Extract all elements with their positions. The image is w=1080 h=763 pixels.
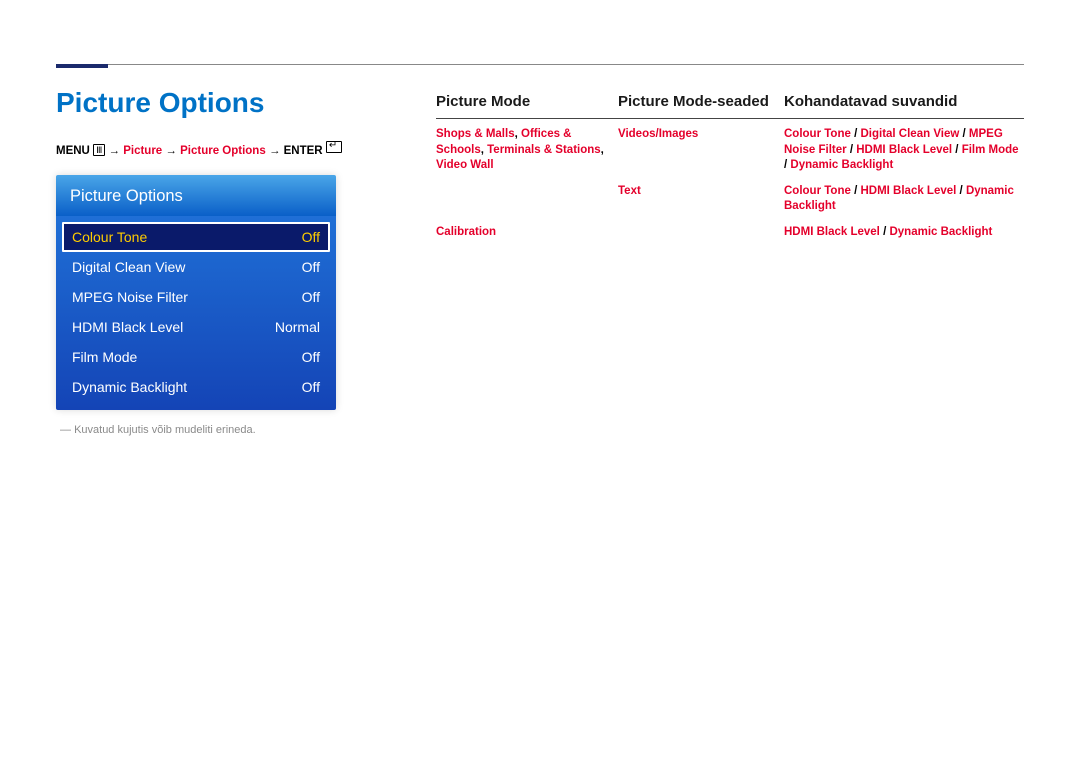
osd-row[interactable]: Digital Clean View Off [62, 252, 330, 282]
table-cell-item: Colour Tone [784, 128, 851, 140]
osd-row-label: Digital Clean View [72, 259, 185, 275]
separator: , [601, 144, 604, 156]
table-cell-item: Film Mode [962, 144, 1019, 156]
breadcrumb-menu: MENU [56, 145, 90, 157]
separator: / [956, 185, 966, 197]
breadcrumb-arrow-1: → [109, 145, 124, 157]
table-header-mode-seaded: Picture Mode-seaded [618, 87, 784, 116]
top-rule [56, 64, 1024, 65]
table-cell-item: Terminals & Stations [487, 144, 601, 156]
accent-bar [56, 64, 108, 68]
page-columns: Picture Options MENU Ⅲ → Picture → Pictu… [56, 87, 1024, 436]
osd-header: Picture Options [56, 175, 336, 216]
table-cell: Colour Tone / HDMI Black Level / Dynamic… [784, 184, 1024, 215]
page-title: Picture Options [56, 87, 396, 119]
table-cell-item: Dynamic Backlight [889, 226, 992, 238]
table-cell-item: Shops & Malls [436, 128, 515, 140]
table-cell-item: Dynamic Backlight [790, 159, 893, 171]
footnote-dash: ― [60, 424, 74, 436]
table-cell [436, 184, 618, 215]
separator: / [847, 144, 857, 156]
osd-row-value: Off [302, 229, 320, 245]
table-cell: Calibration [436, 225, 618, 241]
table-header-row: Picture Mode Picture Mode-seaded Kohanda… [436, 87, 1024, 116]
osd-row-label: Dynamic Backlight [72, 379, 187, 395]
table-cell: Shops & Malls, Offices & Schools, Termin… [436, 127, 618, 174]
col-left: Picture Options MENU Ⅲ → Picture → Pictu… [56, 87, 396, 436]
osd-row-value: Off [302, 379, 320, 395]
osd-row[interactable]: Film Mode Off [62, 342, 330, 372]
table-cell-item: Video Wall [436, 159, 494, 171]
manual-page: Picture Options MENU Ⅲ → Picture → Pictu… [0, 0, 1080, 476]
table-cell: HDMI Black Level / Dynamic Backlight [784, 225, 1024, 241]
table-header-kohandatavad: Kohandatavad suvandid [784, 87, 1024, 116]
enter-icon [326, 141, 342, 153]
table-row: Shops & Malls, Offices & Schools, Termin… [436, 119, 1024, 176]
table-cell-item: HDMI Black Level [784, 226, 880, 238]
osd-row-value: Off [302, 349, 320, 365]
menu-icon: Ⅲ [93, 144, 105, 156]
table-cell-item: Calibration [436, 226, 496, 238]
col-right: Picture Mode Picture Mode-seaded Kohanda… [436, 87, 1024, 436]
osd-row-label: Colour Tone [72, 229, 147, 245]
osd-row[interactable]: Colour Tone Off [62, 222, 330, 252]
table-cell: Videos/Images [618, 127, 784, 174]
table-cell-item: Digital Clean View [860, 128, 959, 140]
osd-row[interactable]: HDMI Black Level Normal [62, 312, 330, 342]
osd-row-label: Film Mode [72, 349, 137, 365]
table-cell: Text [618, 184, 784, 215]
breadcrumb-arrow-2: → [165, 145, 180, 157]
table-body: Shops & Malls, Offices & Schools, Termin… [436, 119, 1024, 242]
footnote-text: Kuvatud kujutis võib mudeliti erineda. [74, 424, 256, 436]
osd-row-value: Off [302, 259, 320, 275]
table-cell-item: HDMI Black Level [856, 144, 952, 156]
top-rule-group [56, 64, 1024, 65]
breadcrumb-picture: Picture [123, 145, 162, 157]
osd-row[interactable]: Dynamic Backlight Off [62, 372, 330, 402]
table-cell [618, 225, 784, 241]
osd-row-label: MPEG Noise Filter [72, 289, 188, 305]
breadcrumb-picture-options: Picture Options [180, 145, 266, 157]
separator: / [959, 128, 969, 140]
table-cell-item: HDMI Black Level [860, 185, 956, 197]
breadcrumb: MENU Ⅲ → Picture → Picture Options → ENT… [56, 141, 396, 157]
table-header-picture-mode: Picture Mode [436, 87, 618, 116]
osd-row-label: HDMI Black Level [72, 319, 183, 335]
osd-row[interactable]: MPEG Noise Filter Off [62, 282, 330, 312]
breadcrumb-enter: ENTER [284, 145, 323, 157]
footnote: ― Kuvatud kujutis võib mudeliti erineda. [60, 424, 396, 436]
osd-row-value: Normal [275, 319, 320, 335]
separator: / [952, 144, 962, 156]
osd-panel: Picture Options Colour ToneOffDigital Cl… [56, 175, 336, 410]
table-row: TextColour Tone / HDMI Black Level / Dyn… [436, 176, 1024, 217]
osd-body: Colour ToneOffDigital Clean ViewOffMPEG … [56, 216, 336, 410]
table-cell-item: Colour Tone [784, 185, 851, 197]
table-cell: Colour Tone / Digital Clean View / MPEG … [784, 127, 1024, 174]
osd-row-value: Off [302, 289, 320, 305]
table-row: Calibration HDMI Black Level / Dynamic Ba… [436, 217, 1024, 243]
breadcrumb-arrow-3: → [269, 145, 284, 157]
